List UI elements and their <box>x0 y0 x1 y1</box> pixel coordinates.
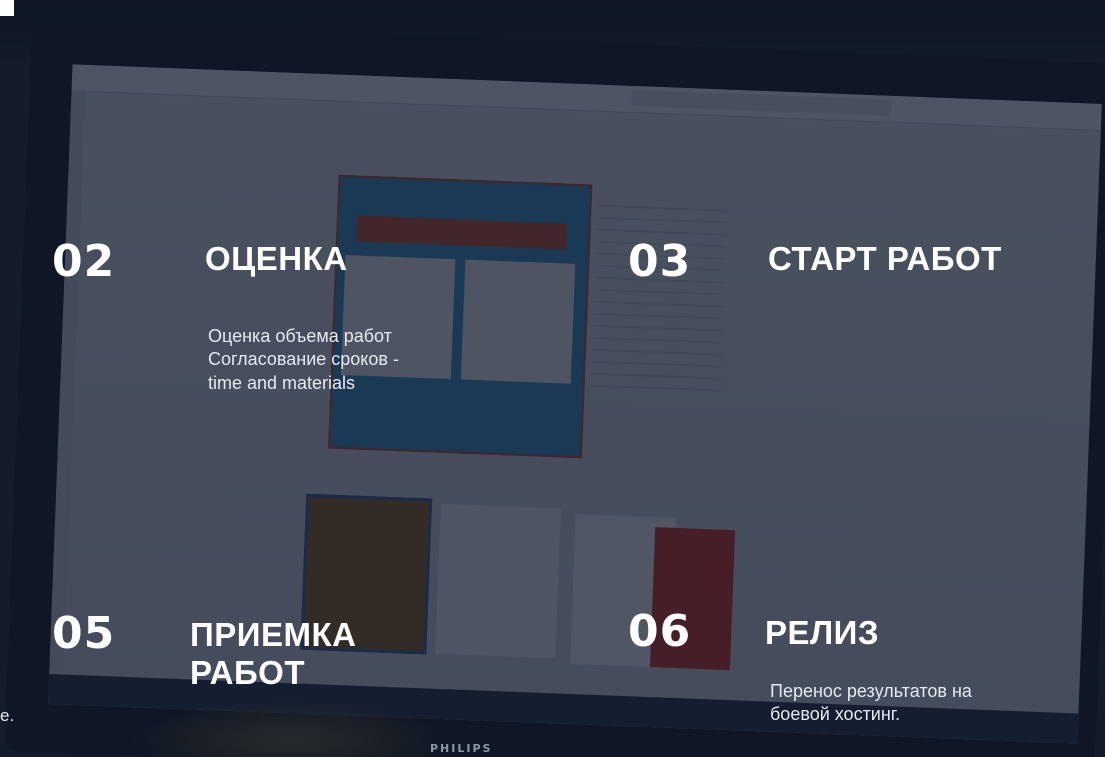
stage-title: ОЦЕНКА <box>205 240 348 277</box>
stage-number: 05 <box>52 608 116 659</box>
stage-number: 06 <box>628 606 692 657</box>
dark-overlay <box>0 0 1105 757</box>
stage-title-line: ПРИЕМКА <box>190 616 357 653</box>
stage-description-line: Перенос результатов на <box>770 681 972 701</box>
cut-off-text: е. <box>0 706 15 725</box>
stage-number: 02 <box>52 236 116 287</box>
background-photo: PHILIPS <box>0 0 1105 757</box>
cut-off-glyph <box>0 0 14 16</box>
stage-number: 03 <box>628 236 692 287</box>
stage-title: ПРИЕМКА РАБОТ <box>190 616 356 692</box>
stage-title: СТАРТ РАБОТ <box>768 240 1002 277</box>
stage-description: Оценка объема работ Согласование сроков … <box>208 325 399 395</box>
monitor-brand-label: PHILIPS <box>430 742 493 755</box>
stage-description-line: time and materials <box>208 372 356 393</box>
stage-description-line: Оценка объема работ <box>208 326 392 346</box>
stage-title: РЕЛИЗ <box>765 614 880 651</box>
stage-description-line: Согласование сроков - <box>208 349 399 370</box>
stage-description: Перенос результатов на боевой хостинг. <box>770 680 972 727</box>
stage-description-line: боевой хостинг. <box>770 704 901 725</box>
stage-title-line: РАБОТ <box>190 653 305 691</box>
